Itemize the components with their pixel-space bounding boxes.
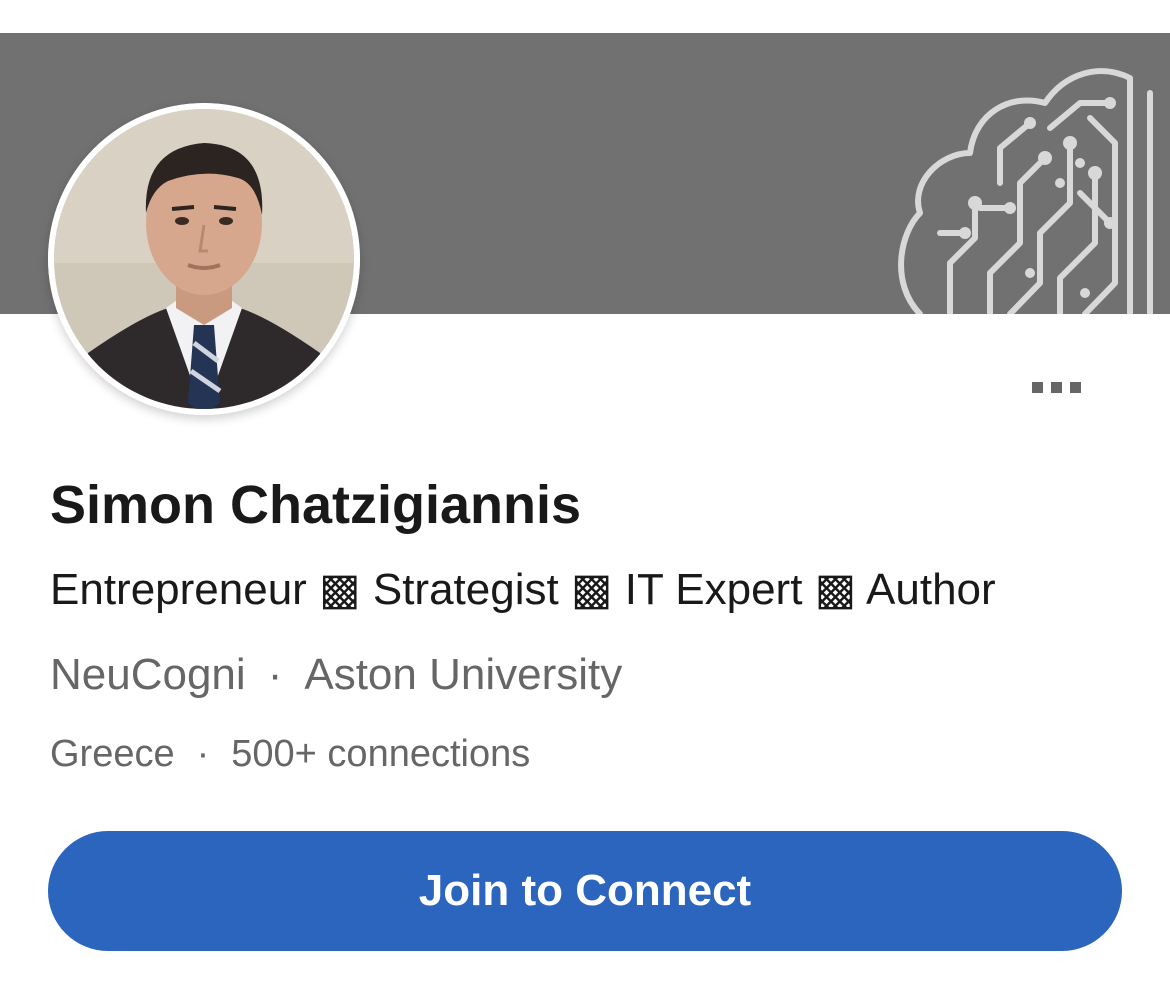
- profile-card: Simon Chatzigiannis Entrepreneur ▩ Strat…: [0, 0, 1170, 991]
- profile-photo: [48, 103, 360, 415]
- profile-headline: Entrepreneur ▩ Strategist ▩ IT Expert ▩ …: [50, 565, 996, 614]
- profile-name: Simon Chatzigiannis: [50, 475, 582, 535]
- more-options-icon-dot: [1069, 381, 1081, 393]
- school-link[interactable]: Aston University: [304, 650, 622, 699]
- more-options-icon-dot: [1050, 381, 1062, 393]
- separator-dot: ·: [267, 650, 283, 699]
- location-text: Greece: [50, 733, 175, 775]
- company-link[interactable]: NeuCogni: [50, 650, 246, 699]
- connections-count: 500+ connections: [231, 733, 531, 775]
- separator-dot: ·: [196, 733, 210, 775]
- join-to-connect-button[interactable]: Join to Connect: [48, 831, 1122, 951]
- more-options-icon: [1031, 381, 1043, 393]
- circuit-brain-icon: [898, 68, 1153, 314]
- profile-location-line: Greece · 500+ connections: [50, 730, 530, 778]
- avatar[interactable]: [48, 103, 360, 415]
- profile-affiliations: NeuCogni · Aston University: [50, 648, 622, 702]
- more-options-button[interactable]: [1016, 372, 1096, 402]
